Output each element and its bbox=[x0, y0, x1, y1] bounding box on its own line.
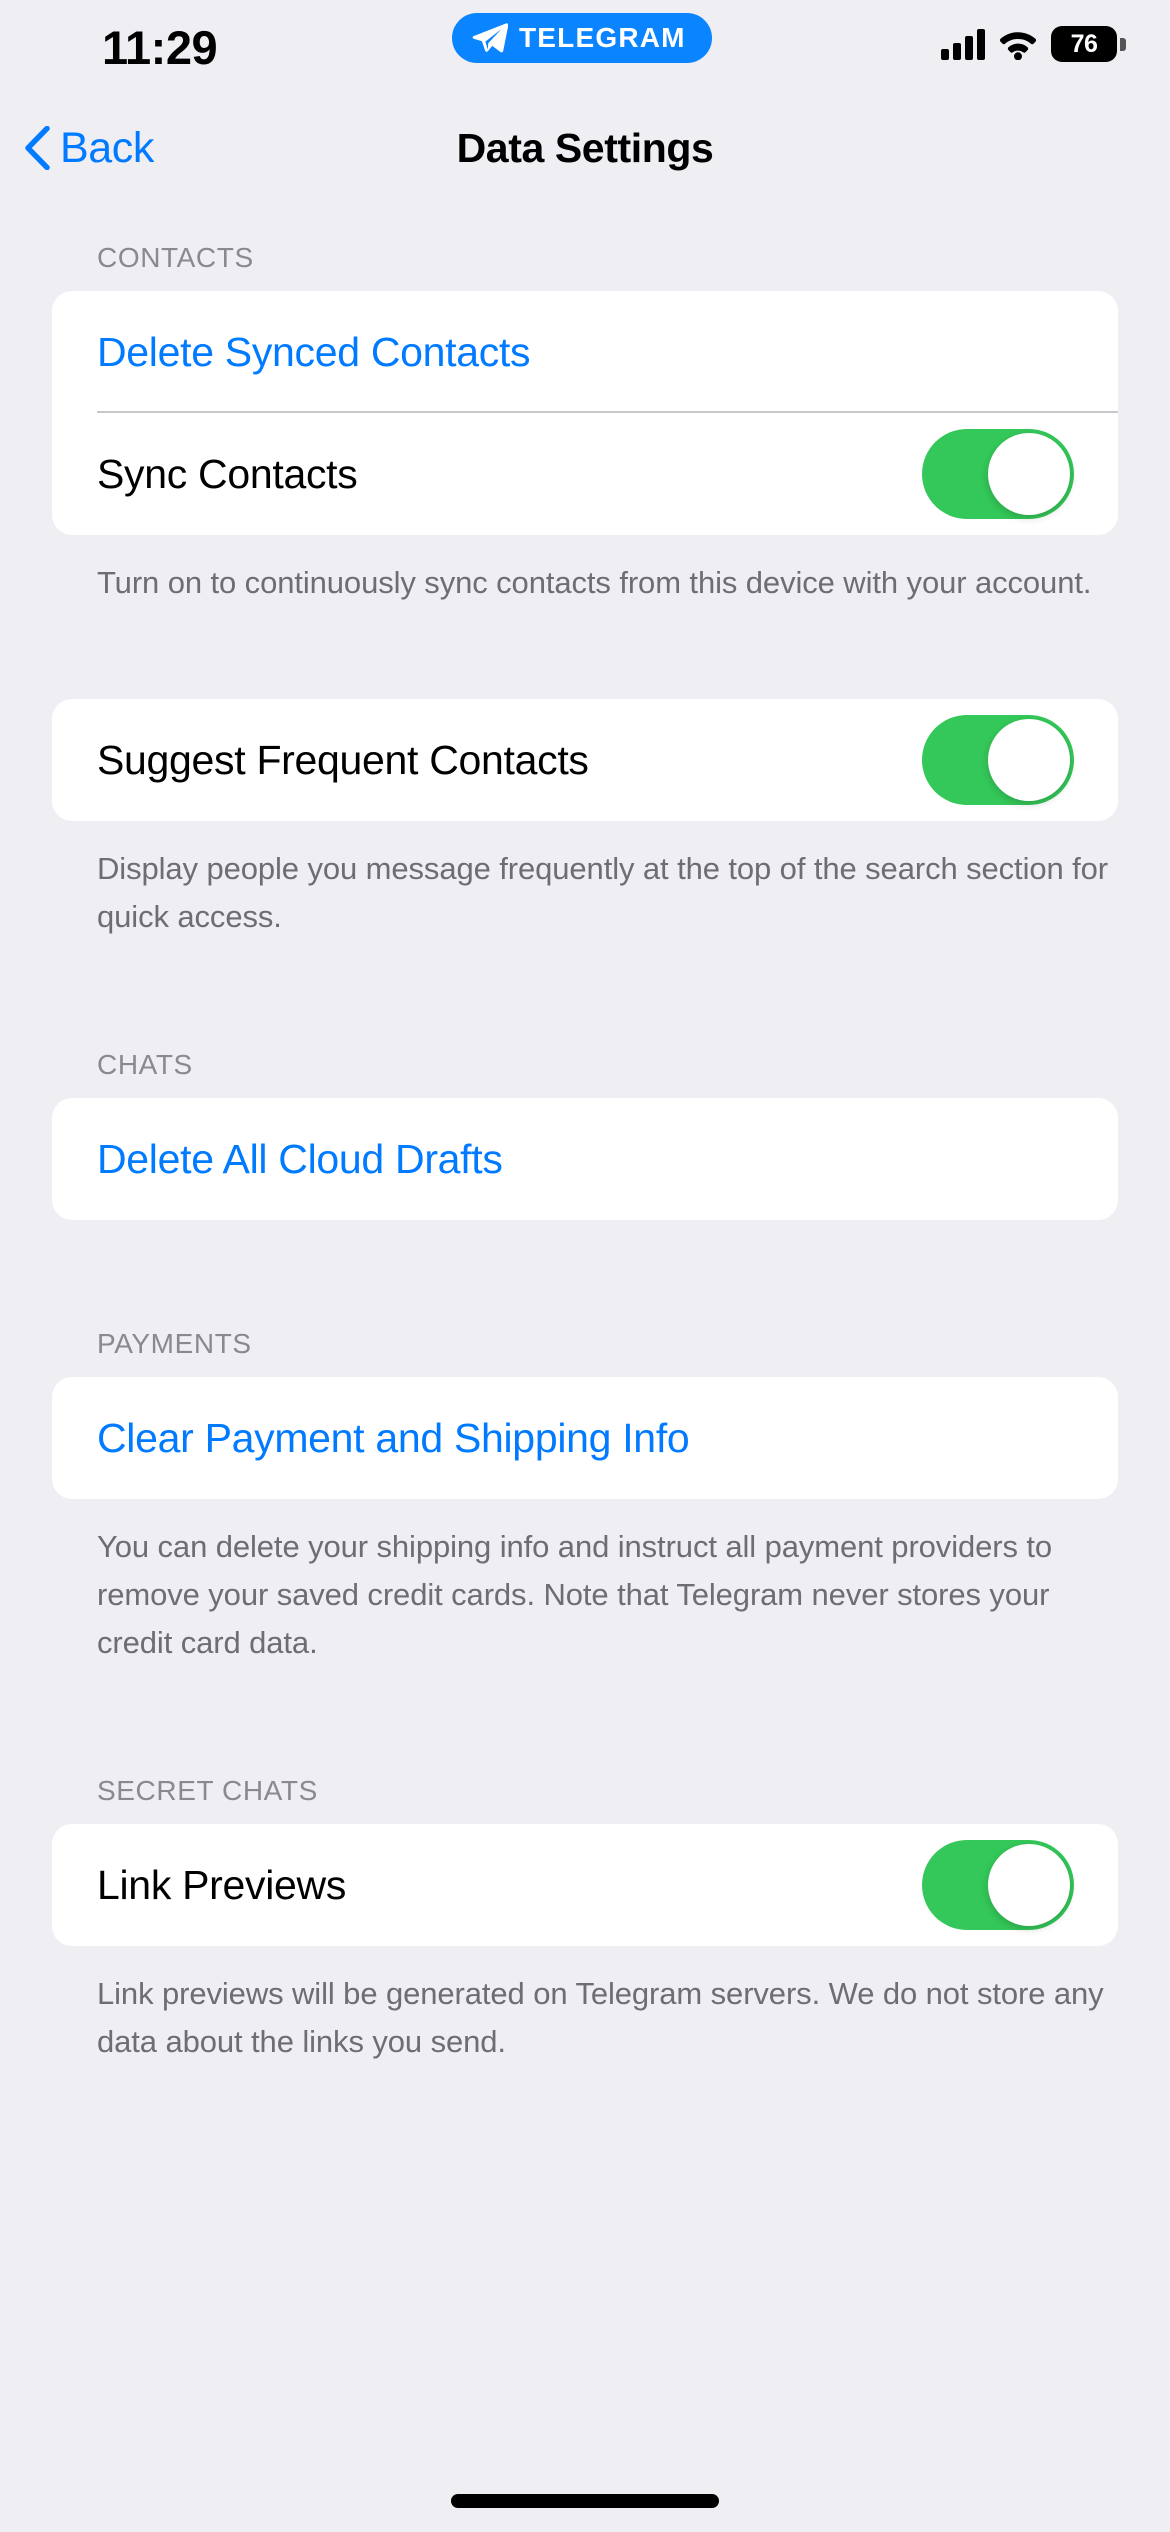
section-suggest-frequent-contacts: Suggest Frequent Contacts Display people… bbox=[0, 699, 1170, 941]
row-suggest-frequent-contacts[interactable]: Suggest Frequent Contacts bbox=[52, 699, 1118, 821]
telegram-paper-plane-icon bbox=[472, 22, 509, 54]
cellular-signal-icon bbox=[941, 28, 985, 60]
dynamic-island-telegram[interactable]: TELEGRAM bbox=[452, 13, 712, 63]
phone-screen: 11:29 TELEGRAM 76 Data Settings Back CON… bbox=[0, 0, 1170, 2532]
section-footer-suggest-frequent-contacts: Display people you message frequently at… bbox=[97, 851, 1109, 934]
section-payments: PAYMENTS Clear Payment and Shipping Info… bbox=[0, 1328, 1170, 1667]
row-label: Sync Contacts bbox=[97, 450, 358, 497]
status-bar-time: 11:29 bbox=[102, 21, 218, 74]
row-label: Delete Synced Contacts bbox=[97, 328, 531, 375]
battery-indicator: 76 bbox=[1051, 26, 1126, 62]
section-secret-chats: SECRET CHATS Link Previews Link previews… bbox=[0, 1775, 1170, 2066]
section-card-chats: Delete All Cloud Drafts bbox=[52, 1098, 1118, 1220]
settings-list: CONTACTS Delete Synced Contacts Sync Con… bbox=[0, 196, 1170, 2532]
section-card-payments: Clear Payment and Shipping Info bbox=[52, 1377, 1118, 1499]
row-clear-payment-and-shipping-info[interactable]: Clear Payment and Shipping Info bbox=[52, 1377, 1118, 1499]
navigation-bar: Data Settings Back bbox=[0, 100, 1170, 196]
toggle-knob bbox=[988, 433, 1070, 515]
section-footer-contacts: Turn on to continuously sync contacts fr… bbox=[97, 565, 1092, 600]
row-label: Suggest Frequent Contacts bbox=[97, 736, 589, 783]
section-footer-secret-chats: Link previews will be generated on Teleg… bbox=[97, 1976, 1104, 2059]
toggle-knob bbox=[988, 719, 1070, 801]
row-label: Link Previews bbox=[97, 1861, 347, 1908]
toggle-suggest-frequent-contacts[interactable] bbox=[922, 715, 1074, 805]
dynamic-island-app-label: TELEGRAM bbox=[519, 22, 686, 53]
row-link-previews[interactable]: Link Previews bbox=[52, 1824, 1118, 1946]
status-bar: 11:29 TELEGRAM 76 bbox=[0, 0, 1170, 100]
section-card-contacts: Delete Synced Contacts Sync Contacts bbox=[52, 291, 1118, 535]
row-delete-synced-contacts[interactable]: Delete Synced Contacts bbox=[52, 291, 1118, 413]
row-delete-all-cloud-drafts[interactable]: Delete All Cloud Drafts bbox=[52, 1098, 1118, 1220]
toggle-sync-contacts[interactable] bbox=[922, 429, 1074, 519]
back-button-label: Back bbox=[60, 123, 154, 172]
chevron-left-icon bbox=[24, 125, 50, 171]
battery-percent-label: 76 bbox=[1051, 26, 1117, 62]
row-label: Clear Payment and Shipping Info bbox=[97, 1414, 690, 1461]
toggle-knob bbox=[988, 1844, 1070, 1926]
section-header-contacts: CONTACTS bbox=[97, 242, 254, 273]
battery-cap-icon bbox=[1120, 37, 1126, 51]
section-card-suggest-frequent-contacts: Suggest Frequent Contacts bbox=[52, 699, 1118, 821]
home-indicator[interactable] bbox=[451, 2494, 719, 2508]
toggle-link-previews[interactable] bbox=[922, 1840, 1074, 1930]
back-button[interactable]: Back bbox=[24, 100, 154, 196]
row-label: Delete All Cloud Drafts bbox=[97, 1135, 503, 1182]
wifi-icon bbox=[998, 29, 1038, 60]
section-card-secret-chats: Link Previews bbox=[52, 1824, 1118, 1946]
row-sync-contacts[interactable]: Sync Contacts bbox=[52, 413, 1118, 535]
section-header-chats: CHATS bbox=[97, 1049, 193, 1080]
section-header-payments: PAYMENTS bbox=[97, 1328, 252, 1359]
status-bar-indicators: 76 bbox=[941, 22, 1126, 66]
section-footer-payments: You can delete your shipping info and in… bbox=[97, 1529, 1053, 1660]
section-chats: CHATS Delete All Cloud Drafts bbox=[0, 1049, 1170, 1220]
section-header-secret-chats: SECRET CHATS bbox=[97, 1775, 318, 1806]
page-title: Data Settings bbox=[456, 125, 714, 171]
section-contacts: CONTACTS Delete Synced Contacts Sync Con… bbox=[0, 242, 1170, 607]
